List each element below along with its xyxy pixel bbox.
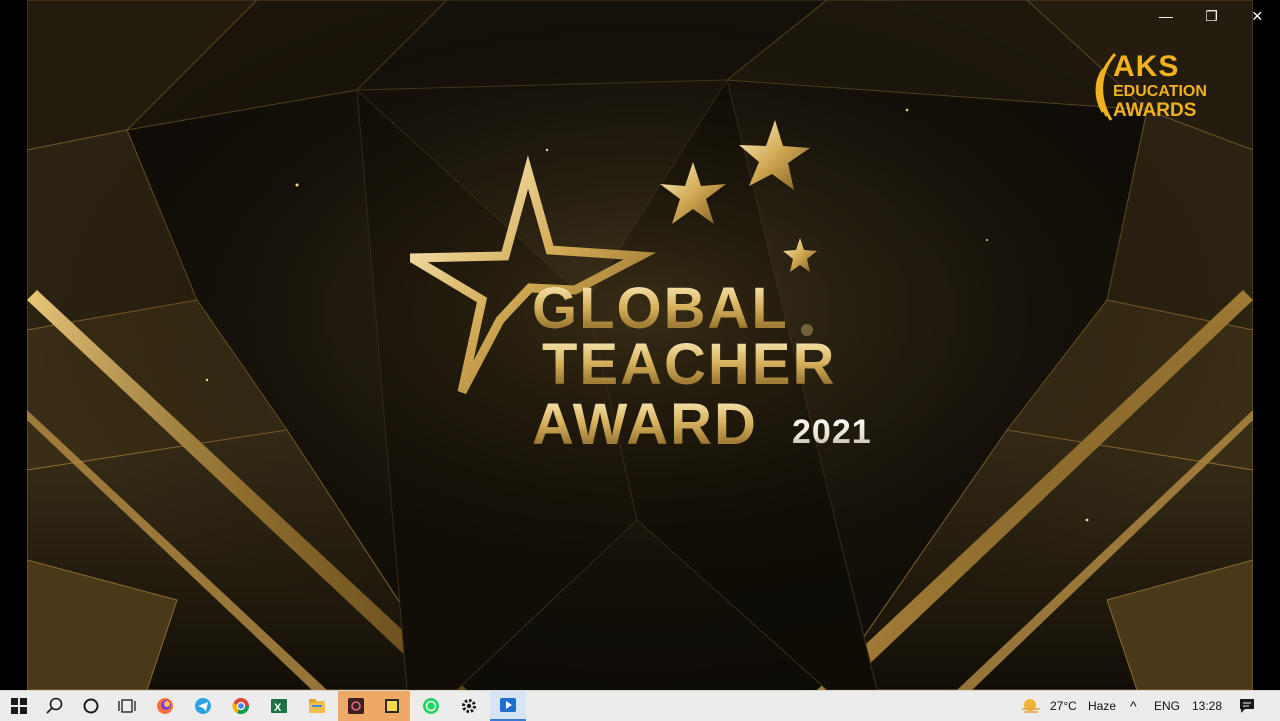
award-year: 2021 — [792, 413, 872, 451]
app-icon[interactable] — [338, 691, 374, 721]
taskbar: X 27°C Haze ^ ENG 13:28 — [0, 690, 1280, 721]
start-icon[interactable] — [6, 691, 32, 721]
weather-condition[interactable]: Haze — [1088, 691, 1116, 721]
weather-temperature[interactable]: 27°C — [1050, 691, 1077, 721]
aks-logo-line2: EDUCATION — [1113, 83, 1207, 100]
media-player-icon[interactable] — [490, 691, 526, 721]
svg-text:X: X — [274, 702, 282, 714]
minimize-button[interactable]: — — [1143, 0, 1189, 32]
weather-haze-icon[interactable] — [1018, 691, 1044, 721]
excel-icon[interactable]: X — [266, 691, 292, 721]
aks-education-awards-logo: AKS EDUCATION AWARDS — [1093, 52, 1243, 124]
video-window: AKS EDUCATION AWARDS GLOBAL TEACHER AWAR… — [0, 0, 1280, 690]
task-view-icon[interactable] — [114, 691, 140, 721]
language-indicator[interactable]: ENG — [1154, 691, 1180, 721]
whatsapp-icon[interactable] — [418, 691, 444, 721]
global-teacher-award-logo: GLOBAL TEACHER AWARD 2021 — [410, 120, 890, 460]
chrome-icon[interactable] — [228, 691, 254, 721]
award-title-line3: AWARD — [532, 392, 758, 457]
sticky-notes-icon[interactable] — [374, 691, 410, 721]
close-button[interactable]: ✕ — [1234, 0, 1280, 32]
aks-logo-line1: AKS — [1113, 50, 1180, 83]
cortana-icon[interactable] — [78, 691, 104, 721]
firefox-icon[interactable] — [152, 691, 178, 721]
video-frame[interactable]: AKS EDUCATION AWARDS GLOBAL TEACHER AWAR… — [27, 0, 1253, 690]
clock-time[interactable]: 13:28 — [1192, 691, 1222, 721]
settings-icon[interactable] — [456, 691, 482, 721]
aks-logo-line3: AWARDS — [1113, 100, 1197, 121]
restore-button[interactable]: ❐ — [1189, 0, 1235, 32]
chevron-up-icon[interactable]: ^ — [1130, 691, 1137, 721]
notification-icon[interactable] — [1234, 691, 1260, 721]
file-explorer-icon[interactable] — [304, 691, 330, 721]
award-title-line1: GLOBAL — [532, 276, 789, 341]
award-title-line2: TEACHER — [542, 332, 837, 397]
window-title-bar: — ❐ ✕ — [1143, 0, 1280, 32]
telegram-icon[interactable] — [190, 691, 216, 721]
search-icon[interactable] — [42, 691, 68, 721]
